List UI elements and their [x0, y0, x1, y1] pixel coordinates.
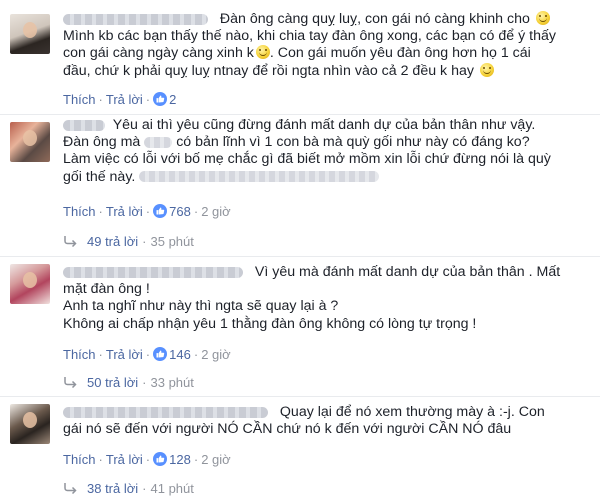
- reply-button[interactable]: Trả lời: [106, 347, 143, 362]
- reply-count[interactable]: 38 trả lời: [87, 481, 138, 496]
- comment-actions: Thích · Trả lời · 128 · 2 giờ: [63, 452, 231, 467]
- replies-link[interactable]: 38 trả lời · 41 phút: [63, 480, 194, 498]
- reply-button[interactable]: Trả lời: [106, 204, 143, 219]
- blurred-author-name[interactable]: [63, 266, 243, 278]
- thumbs-up-icon: [153, 204, 168, 218]
- thumbs-up-icon: [153, 347, 168, 361]
- like-count[interactable]: 146: [153, 347, 191, 362]
- avatar[interactable]: [10, 264, 50, 304]
- reply-arrow-icon: [64, 377, 77, 388]
- comment-time[interactable]: 2 giờ: [201, 347, 231, 362]
- like-button[interactable]: Thích: [63, 204, 96, 219]
- smiley-icon: [535, 11, 550, 25]
- like-button[interactable]: Thích: [63, 347, 96, 362]
- comment-text: Quay lại để nó xem thường mày à :-j. Con…: [63, 404, 545, 438]
- comment-time[interactable]: 2 giờ: [201, 204, 231, 219]
- smiley-icon: [479, 62, 494, 77]
- comment-text: Vì yêu mà đánh mất danh dự của bản thân …: [63, 264, 561, 332]
- reply-button[interactable]: Trả lời: [106, 452, 143, 467]
- comment-actions: Thích · Trả lời · 146 · 2 giờ: [63, 347, 231, 362]
- replies-link[interactable]: 50 trả lời · 33 phút: [63, 374, 194, 392]
- avatar[interactable]: [10, 122, 50, 162]
- reply-arrow-icon: [64, 236, 77, 247]
- reply-time: 41 phút: [150, 481, 194, 496]
- comment-actions: Thích · Trả lời · 768 · 2 giờ: [63, 204, 231, 219]
- like-button[interactable]: Thích: [63, 452, 96, 467]
- comment-time[interactable]: 2 giờ: [201, 452, 231, 467]
- like-count[interactable]: 2: [153, 92, 176, 107]
- comment-actions: Thích · Trả lời · 2: [63, 92, 177, 107]
- avatar[interactable]: [10, 404, 50, 444]
- reply-time: 33 phút: [150, 375, 194, 390]
- blurred-text: [139, 171, 380, 183]
- replies-link[interactable]: 49 trả lời · 35 phút: [63, 233, 194, 251]
- like-count[interactable]: 128: [153, 452, 191, 467]
- reply-time: 35 phút: [150, 234, 194, 249]
- reply-button[interactable]: Trả lời: [106, 92, 143, 107]
- reply-arrow-icon: [64, 483, 77, 494]
- blurred-author-name[interactable]: [63, 406, 268, 418]
- blurred-author-name[interactable]: [63, 119, 105, 131]
- blurred-author-name[interactable]: [63, 13, 208, 25]
- comment-text: Yêu ai thì yêu cũng đừng đánh mất danh d…: [63, 117, 551, 185]
- like-count[interactable]: 768: [153, 204, 191, 219]
- reply-count[interactable]: 49 trả lời: [87, 234, 138, 249]
- smiley-icon: [255, 45, 270, 60]
- like-button[interactable]: Thích: [63, 92, 96, 107]
- reply-count[interactable]: 50 trả lời: [87, 375, 138, 390]
- blurred-text: [144, 136, 173, 148]
- comment-text: Đàn ông càng quỵ luỵ, con gái nó càng kh…: [63, 11, 556, 79]
- thumbs-up-icon: [153, 452, 168, 466]
- thumbs-up-icon: [153, 92, 168, 106]
- avatar[interactable]: [10, 14, 50, 54]
